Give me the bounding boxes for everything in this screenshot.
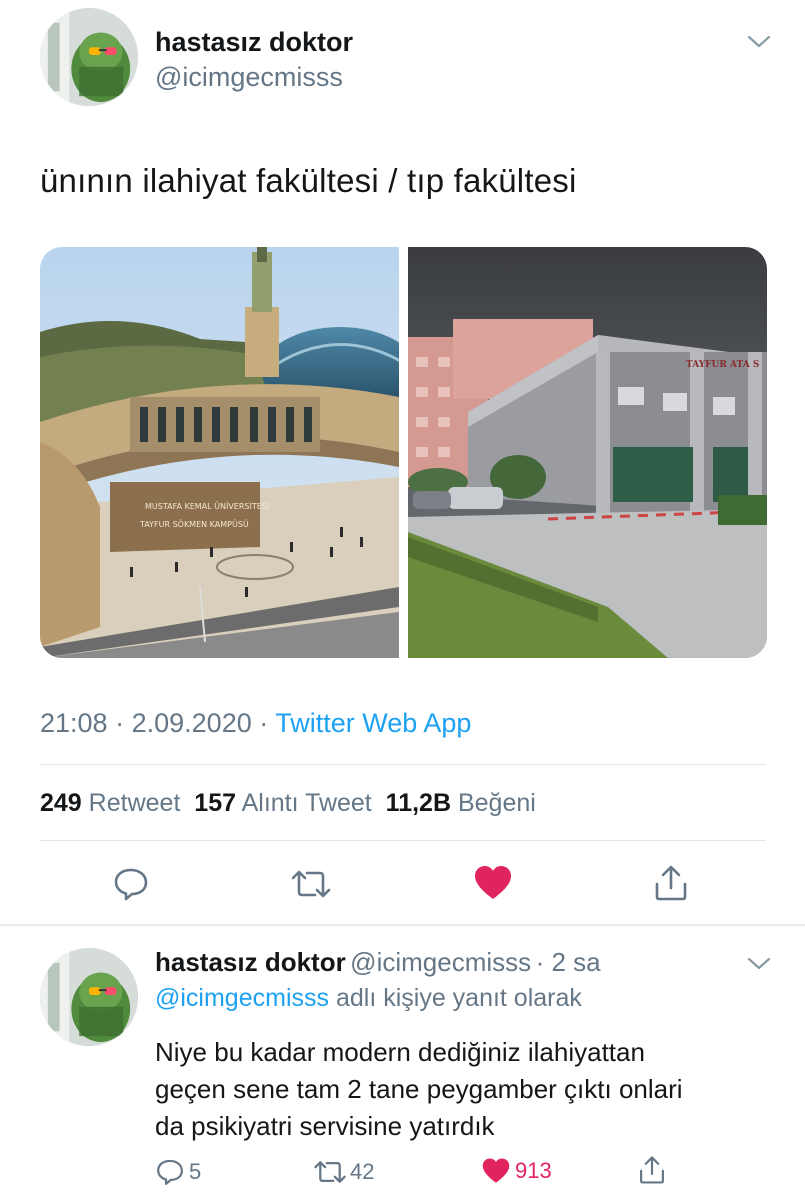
reply-author-avatar[interactable] [40, 948, 138, 1046]
tweet-meta: 21:08 · 2.09.2020 · Twitter Web App [40, 708, 471, 739]
author-name[interactable]: hastasız doktor [155, 27, 353, 58]
quotes-label: Alıntı Tweet [241, 789, 372, 817]
tweet-source-link[interactable]: Twitter Web App [275, 708, 471, 738]
share-icon [655, 865, 687, 901]
reply-text-line: da psikiyatri servisine yatırdık [155, 1111, 495, 1141]
share-button[interactable] [653, 864, 689, 902]
replying-to: @icimgecmisss adlı kişiye yanıt olarak [155, 984, 582, 1013]
likes-label: Beğeni [457, 789, 536, 817]
retweets-stat[interactable]: 249 Retweet [40, 789, 180, 817]
tweet-stats: 249 Retweet 157 Alıntı Tweet 11,2B Beğen… [40, 789, 536, 818]
reply-chevron-down-icon[interactable] [746, 954, 772, 972]
retweets-label: Retweet [88, 789, 181, 817]
reply-author-handle[interactable]: @icimgecmisss [350, 947, 531, 977]
reply-like-button[interactable]: 913 [481, 1157, 552, 1185]
quotes-stat[interactable]: 157 Alıntı Tweet [194, 789, 371, 817]
reply-retweet-button[interactable]: 42 [313, 1158, 374, 1186]
divider-top [40, 764, 766, 765]
tweet-media[interactable]: MUSTAFA KEMAL ÜNİVERSİTESİ TAYFUR SÖKMEN… [40, 247, 767, 658]
heart-icon [475, 866, 511, 899]
sign-line-1: MUSTAFA KEMAL ÜNİVERSİTESİ [145, 501, 269, 511]
quotes-count: 157 [194, 789, 237, 817]
retweet-icon [291, 870, 331, 898]
reply-text-line: geçen sene tam 2 tane peygamber çıktı on… [155, 1074, 683, 1104]
media-photo-right[interactable]: TAYFUR ATA S [408, 247, 767, 658]
avatar-image [40, 948, 138, 1046]
reply-icon [114, 868, 148, 901]
retweet-button[interactable] [290, 868, 332, 900]
author-handle[interactable]: @icimgecmisss [155, 62, 343, 93]
reply-retweets-count: 42 [350, 1159, 375, 1184]
reply-age[interactable]: · 2 sa [536, 947, 601, 977]
share-icon [640, 1156, 664, 1184]
meta-separator-2: · [259, 708, 269, 738]
reply-likes-count: 913 [515, 1158, 552, 1183]
building-sign: TAYFUR ATA S [686, 360, 759, 370]
reply-text: Niye bu kadar modern dediğiniz ilahiyatt… [155, 1034, 683, 1145]
retweets-count: 249 [40, 789, 82, 817]
reply-header: hastasız doktor @icimgecmisss · 2 sa [155, 947, 601, 978]
reply-text-line: Niye bu kadar modern dediğiniz ilahiyatt… [155, 1037, 645, 1067]
tweet-text: ünının ilahiyat fakültesi / tıp fakültes… [40, 162, 577, 199]
likes-stat[interactable]: 11,2B Beğeni [386, 789, 536, 817]
reply-reply-button[interactable]: 5 [155, 1157, 201, 1187]
like-button[interactable] [473, 864, 513, 902]
author-avatar[interactable] [40, 8, 138, 106]
chevron-down-icon[interactable] [746, 32, 772, 50]
reply-icon [157, 1159, 183, 1185]
replying-to-suffix: adlı kişiye yanıt olarak [335, 984, 582, 1012]
retweet-icon [314, 1161, 346, 1183]
reply-share-button[interactable] [638, 1155, 666, 1187]
sign-line-2b: TAYFUR SÖKMEN KAMPÜSÜ [139, 519, 249, 529]
tweet-time[interactable]: 21:08 [40, 708, 108, 738]
divider-middle [40, 840, 766, 841]
section-separator [0, 924, 805, 926]
likes-count: 11,2B [385, 789, 452, 817]
reply-button[interactable] [112, 866, 150, 902]
tweet-date[interactable]: 2.09.2020 [132, 708, 252, 738]
media-photo-left[interactable]: MUSTAFA KEMAL ÜNİVERSİTESİ TAYFUR SÖKMEN… [40, 247, 419, 658]
heart-icon [482, 1158, 510, 1183]
reply-author-name[interactable]: hastasız doktor [155, 947, 346, 977]
reply-replies-count: 5 [189, 1159, 202, 1184]
avatar-image [40, 8, 138, 106]
meta-separator: · [115, 708, 125, 738]
replying-to-handle[interactable]: @icimgecmisss [155, 984, 329, 1012]
